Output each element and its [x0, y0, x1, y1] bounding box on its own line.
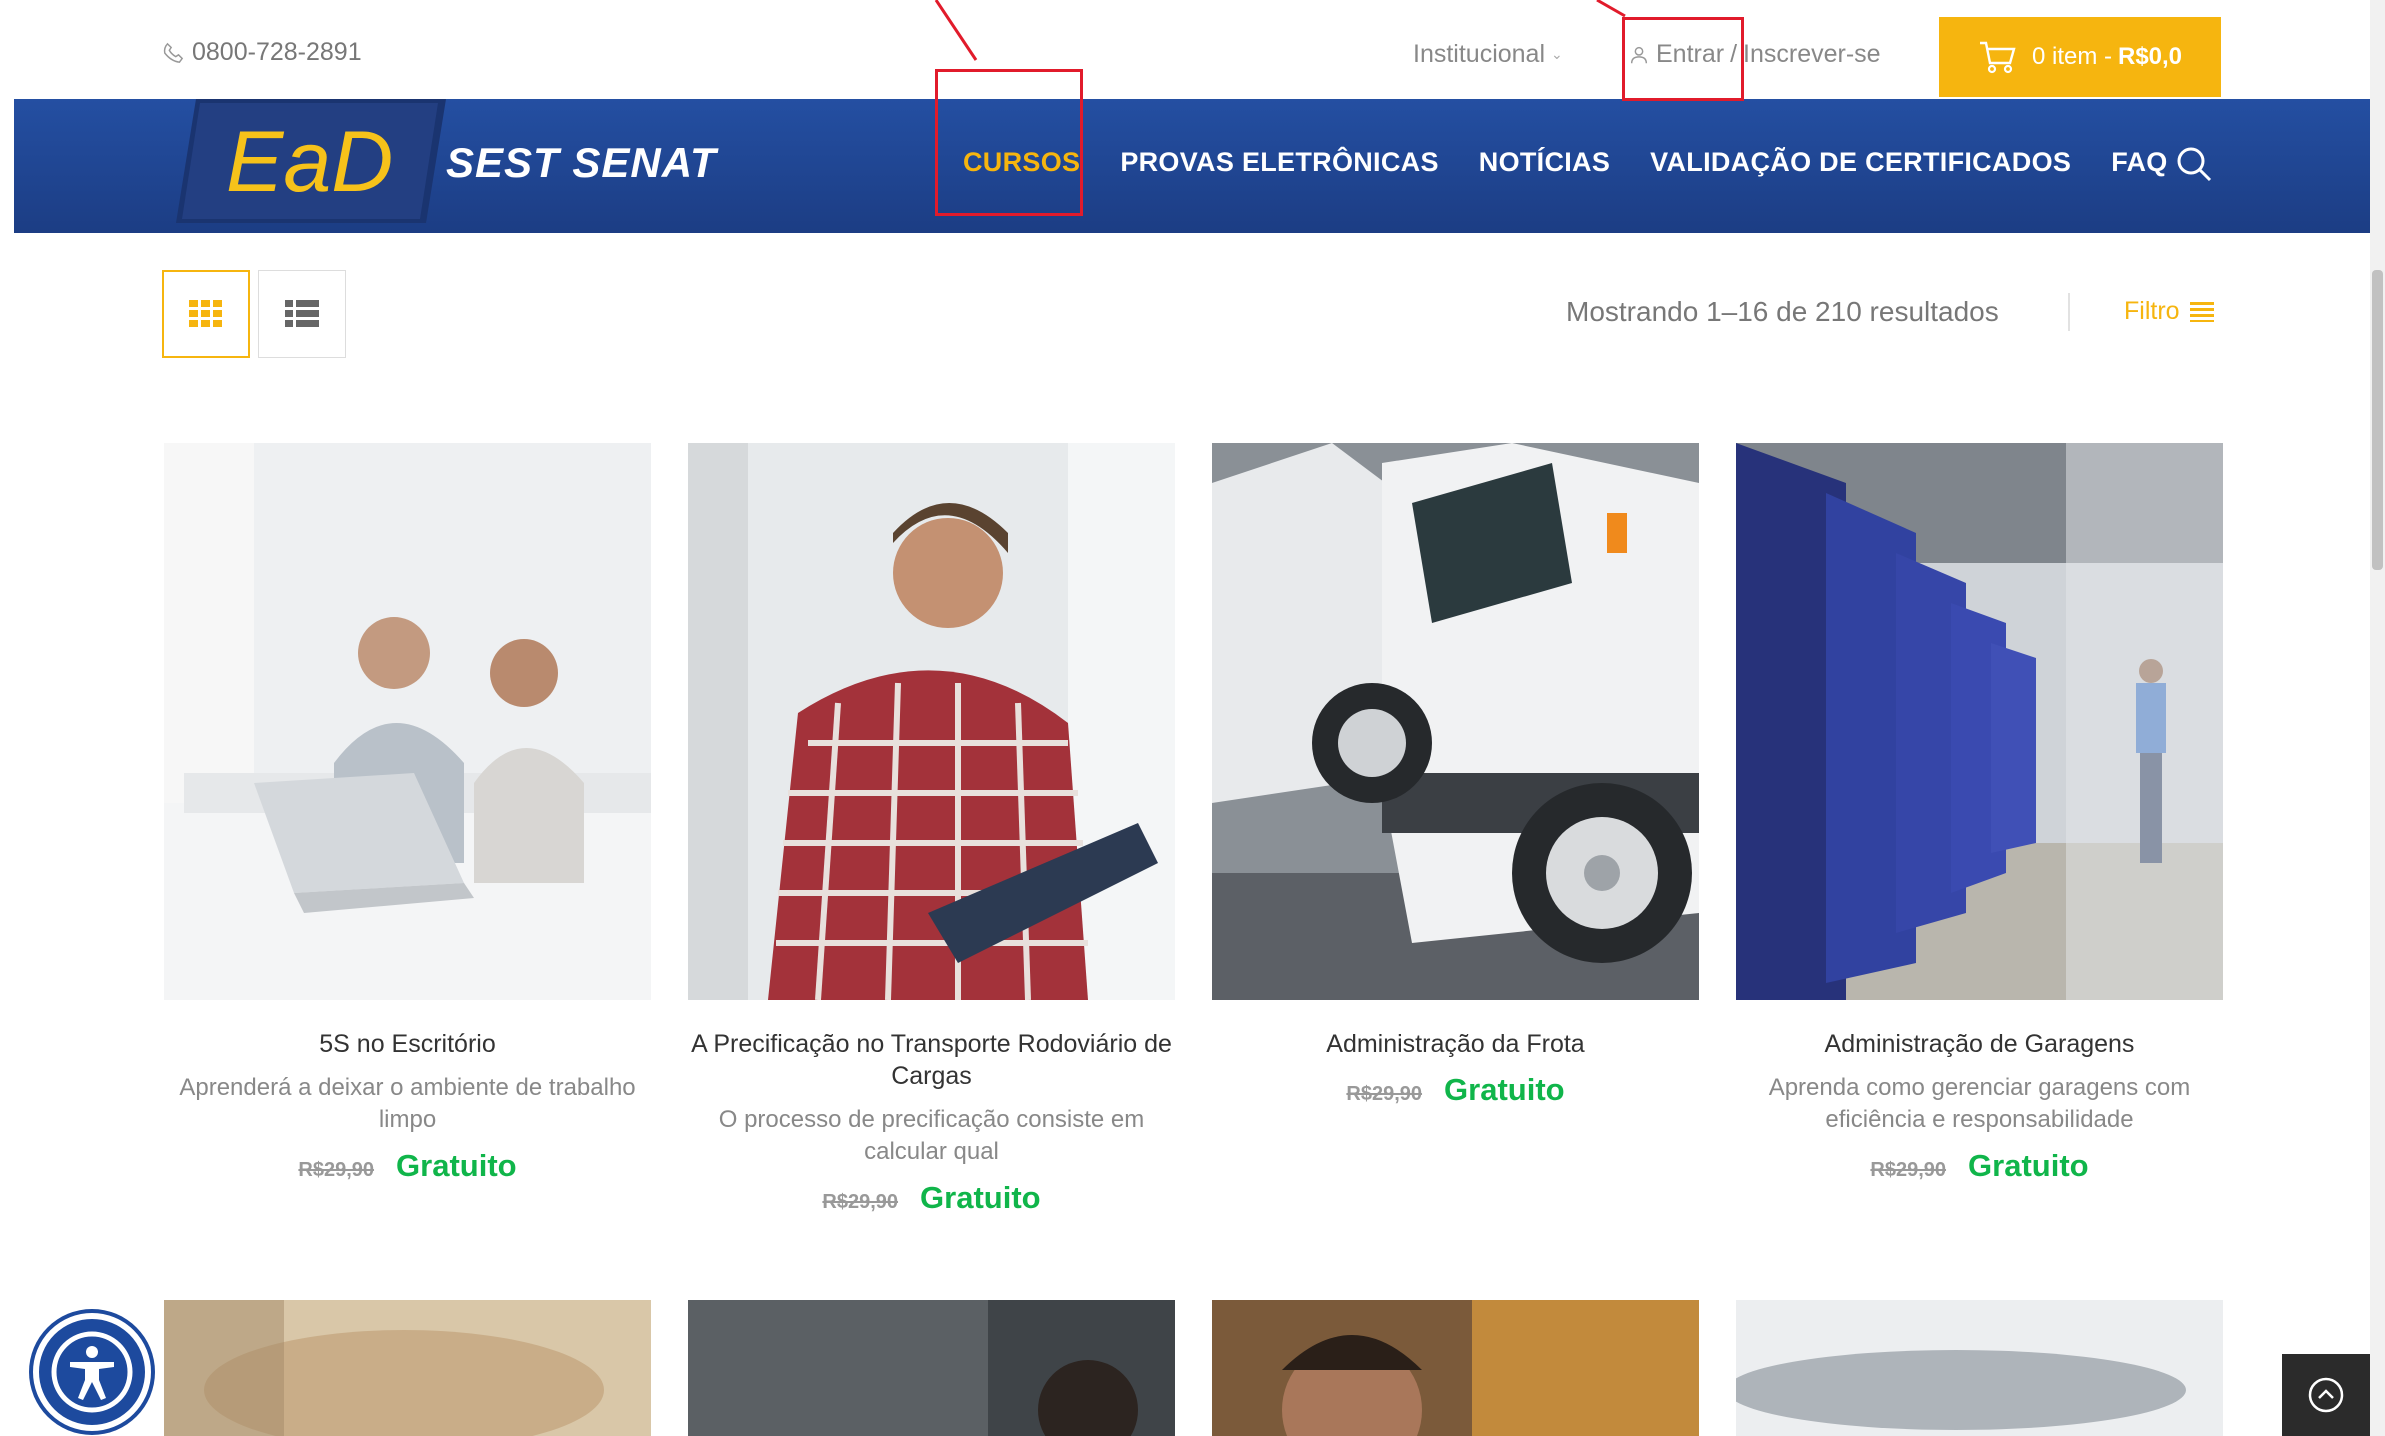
product-image[interactable] [1736, 443, 2223, 1000]
annotation-box-cursos [935, 69, 1083, 216]
results-count: Mostrando 1–16 de 210 resultados [1566, 296, 1999, 327]
product-image[interactable] [164, 1300, 651, 1436]
annotation-box-login [1622, 17, 1744, 101]
nav-validacao-certificados[interactable]: VALIDAÇÃO DE CERTIFICADOS [1650, 147, 2071, 178]
current-price: Gratuito [920, 1180, 1041, 1215]
list-view-button[interactable] [258, 270, 346, 358]
arrow-up-icon [2308, 1377, 2344, 1413]
product-price: R$29,90 Gratuito [164, 1148, 651, 1184]
nav-provas-eletronicas[interactable]: PROVAS ELETRÔNICAS [1120, 147, 1438, 178]
grid-view-icon [189, 300, 222, 327]
product-image[interactable] [1212, 1300, 1699, 1436]
product-title[interactable]: Administração de Garagens [1736, 1028, 2223, 1060]
annotation-arrow [934, 0, 978, 61]
product-title[interactable]: A Precificação no Transporte Rodoviário … [688, 1028, 1175, 1092]
product-description: Aprenderá a deixar o ambiente de trabalh… [179, 1074, 636, 1133]
product-price: R$29,90 Gratuito [688, 1180, 1175, 1216]
top-bar: 0800-728-2891 Institucional ⌄ Entrar / I… [0, 0, 2385, 100]
current-price: Gratuito [1444, 1072, 1565, 1107]
ead-logo[interactable]: EaD [176, 99, 446, 223]
filter-button[interactable]: Filtro [2124, 297, 2214, 326]
grid-view-button[interactable] [162, 270, 250, 358]
list-view-icon [285, 300, 319, 327]
institutional-label: Institucional [1413, 40, 1546, 68]
filter-icon [2189, 301, 2214, 322]
product-image[interactable] [164, 443, 651, 1000]
nav-noticias[interactable]: NOTÍCIAS [1479, 147, 1610, 178]
annotation-arrow [1596, 0, 1626, 18]
chevron-down-icon: ⌄ [1551, 46, 1563, 62]
accessibility-icon [51, 1331, 133, 1413]
product-description: Aprenda como gerenciar garagens com efic… [1768, 1074, 2191, 1133]
phone-icon [163, 42, 184, 63]
cart-items: 0 item - [2031, 43, 2112, 70]
product-image[interactable] [1736, 1300, 2223, 1436]
product-card[interactable]: 5S no Escritório Aprenderá a deixar o am… [164, 443, 651, 1184]
current-price: Gratuito [1968, 1148, 2089, 1183]
cart-icon [1979, 41, 2016, 74]
product-description: O processo de precificação consiste em c… [718, 1106, 1145, 1165]
product-card[interactable]: Administração de Garagens Aprenda como g… [1736, 443, 2223, 1184]
product-image[interactable] [688, 443, 1175, 1000]
product-price: R$29,90 Gratuito [1736, 1148, 2223, 1184]
back-to-top-button[interactable] [2282, 1354, 2370, 1436]
nav-faq[interactable]: FAQ [2111, 147, 2167, 178]
cart-total: R$0,0 [2117, 43, 2183, 70]
cart-button[interactable]: 0 item - R$0,0 [1939, 17, 2221, 97]
search-icon[interactable] [2174, 144, 2214, 184]
main-nav: CURSOS PROVAS ELETRÔNICAS NOTÍCIAS VALID… [963, 147, 2168, 178]
ead-logo-text: EaD [226, 114, 393, 210]
brand-name: SEST SENAT [446, 139, 717, 186]
product-price: R$29,90 Gratuito [1212, 1072, 1699, 1108]
old-price: R$29,90 [1870, 1159, 1947, 1181]
product-title[interactable]: 5S no Escritório [164, 1028, 651, 1060]
product-title[interactable]: Administração da Frota [1212, 1028, 1699, 1060]
phone-contact[interactable]: 0800-728-2891 [162, 38, 362, 67]
scrollbar-thumb[interactable] [2372, 270, 2383, 570]
old-price: R$29,90 [1346, 1083, 1423, 1105]
product-card[interactable]: A Precificação no Transporte Rodoviário … [688, 443, 1175, 1216]
old-price: R$29,90 [298, 1159, 375, 1181]
product-card[interactable]: Administração da Frota R$29,90 Gratuito [1212, 443, 1699, 1108]
toolbar-divider [2068, 293, 2070, 331]
product-image[interactable] [1212, 443, 1699, 1000]
product-image[interactable] [688, 1300, 1175, 1436]
old-price: R$29,90 [822, 1191, 899, 1213]
phone-number: 0800-728-2891 [192, 38, 362, 66]
filter-label: Filtro [2124, 297, 2180, 325]
register-link[interactable]: Inscrever-se [1743, 40, 1881, 69]
current-price: Gratuito [396, 1148, 517, 1183]
accessibility-button[interactable] [33, 1313, 151, 1431]
institutional-menu[interactable]: Institucional ⌄ [1413, 40, 1563, 69]
main-header: EaD SEST SENAT CURSOS PROVAS ELETRÔNICAS… [14, 99, 2370, 233]
page-scrollbar[interactable] [2370, 0, 2385, 1436]
